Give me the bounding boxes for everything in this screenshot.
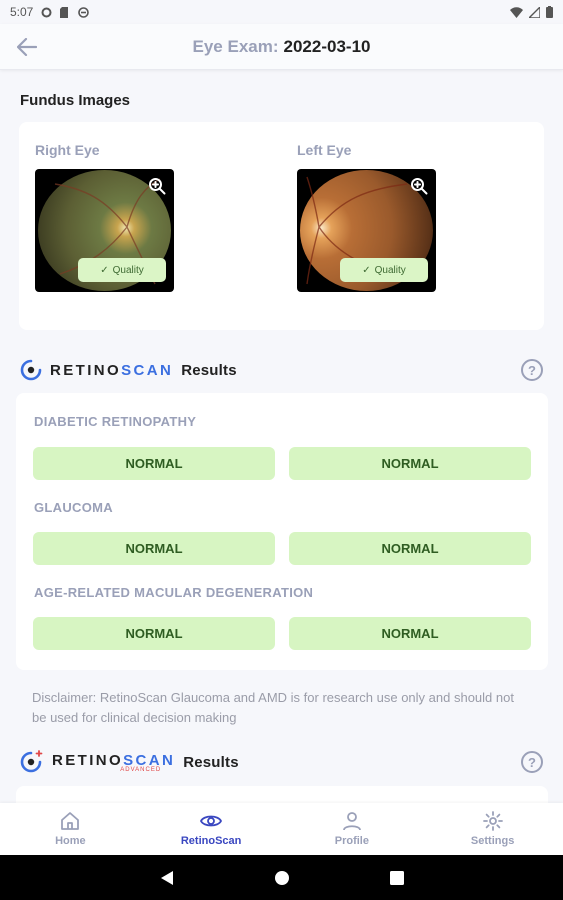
nav-label: Profile bbox=[334, 835, 369, 847]
system-navigation-bar bbox=[0, 855, 563, 900]
left-eye-glaucoma-result: NORMAL bbox=[289, 532, 531, 565]
fundus-section-title: Fundus Images bbox=[20, 92, 131, 109]
system-home-icon[interactable] bbox=[274, 870, 290, 886]
gear-icon bbox=[482, 811, 503, 831]
nav-label: Home bbox=[55, 835, 86, 847]
zoom-icon[interactable] bbox=[410, 177, 428, 195]
page-title: Eye Exam: 2022-03-10 bbox=[193, 37, 371, 57]
vpn-icon bbox=[78, 6, 90, 18]
nav-item-profile[interactable]: Profile bbox=[282, 811, 422, 847]
wifi-icon bbox=[510, 6, 523, 18]
brand-advanced: ADVANCED bbox=[120, 766, 162, 773]
check-icon: ✓ bbox=[100, 264, 109, 276]
retinoscan-advanced-logo-icon bbox=[20, 750, 43, 773]
bottom-nav: Home RetinoScan Profile Settings bbox=[0, 803, 563, 855]
advanced-results-card bbox=[16, 786, 548, 803]
system-back-icon[interactable] bbox=[160, 870, 174, 886]
signal-icon bbox=[529, 6, 540, 18]
help-icon[interactable]: ? bbox=[521, 751, 543, 773]
status-time: 5:07 bbox=[10, 5, 34, 19]
left-eye-label: Left Eye bbox=[297, 142, 352, 158]
brand-retino: RETINO bbox=[50, 361, 122, 379]
retinoscan-results-heading: RETINOSCAN Results bbox=[20, 359, 237, 381]
status-bar: 5:07 bbox=[0, 0, 563, 24]
quality-label: Quality bbox=[374, 264, 406, 276]
right-eye-label: Right Eye bbox=[35, 142, 100, 158]
retinoscan-advanced-heading: RETINOSCAN ADVANCED Results bbox=[20, 750, 239, 774]
brand-retino: RETINO bbox=[52, 751, 124, 769]
right-eye-glaucoma-result: NORMAL bbox=[33, 532, 275, 565]
left-eye-dr-result: NORMAL bbox=[289, 447, 531, 480]
system-recents-icon[interactable] bbox=[389, 870, 404, 885]
check-icon: ✓ bbox=[362, 264, 371, 276]
results-label: Results bbox=[181, 361, 237, 379]
right-eye-quality-badge: ✓ Quality bbox=[78, 258, 166, 282]
app-bar: Eye Exam: 2022-03-10 bbox=[0, 24, 563, 70]
fundus-card: Right Eye ✓ Quality Left Eye ✓ Quality bbox=[19, 122, 544, 330]
nav-item-home[interactable]: Home bbox=[0, 811, 140, 847]
retinoscan-logo-icon bbox=[20, 359, 42, 381]
condition-label-amd: AGE-RELATED MACULAR DEGENERATION bbox=[34, 585, 314, 600]
battery-icon bbox=[546, 6, 553, 18]
right-eye-dr-result: NORMAL bbox=[33, 447, 275, 480]
condition-label-glaucoma: GLAUCOMA bbox=[34, 500, 113, 515]
nav-item-settings[interactable]: Settings bbox=[423, 811, 563, 847]
scroll-content[interactable]: Fundus Images Right Eye ✓ Quality Left Ey… bbox=[0, 70, 563, 803]
left-eye-amd-result: NORMAL bbox=[289, 617, 531, 650]
sd-card-icon bbox=[60, 6, 69, 18]
settings-status-icon bbox=[41, 7, 52, 17]
nav-label: Settings bbox=[470, 835, 515, 847]
person-icon bbox=[342, 812, 361, 831]
eye-icon bbox=[200, 815, 223, 827]
page-title-prefix: Eye Exam: bbox=[192, 36, 279, 56]
brand-scan: SCAN bbox=[121, 361, 174, 379]
results-label: Results bbox=[183, 753, 239, 771]
zoom-icon[interactable] bbox=[148, 177, 166, 195]
home-icon bbox=[61, 812, 80, 830]
disclaimer-text: Disclaimer: RetinoScan Glaucoma and AMD … bbox=[32, 690, 514, 725]
left-eye-quality-badge: ✓ Quality bbox=[340, 258, 428, 282]
exam-date: 2022-03-10 bbox=[283, 36, 371, 56]
help-icon[interactable]: ? bbox=[521, 359, 543, 381]
left-eye-fundus-image[interactable]: ✓ Quality bbox=[297, 169, 436, 292]
back-button[interactable] bbox=[14, 35, 40, 59]
condition-label-diabetic-retinopathy: DIABETIC RETINOPATHY bbox=[34, 414, 197, 429]
nav-label: RetinoScan bbox=[180, 835, 242, 847]
nav-item-retinoscan[interactable]: RetinoScan bbox=[141, 811, 281, 847]
arrow-left-icon bbox=[17, 38, 37, 56]
quality-label: Quality bbox=[112, 264, 144, 276]
right-eye-amd-result: NORMAL bbox=[33, 617, 275, 650]
right-eye-fundus-image[interactable]: ✓ Quality bbox=[35, 169, 174, 292]
